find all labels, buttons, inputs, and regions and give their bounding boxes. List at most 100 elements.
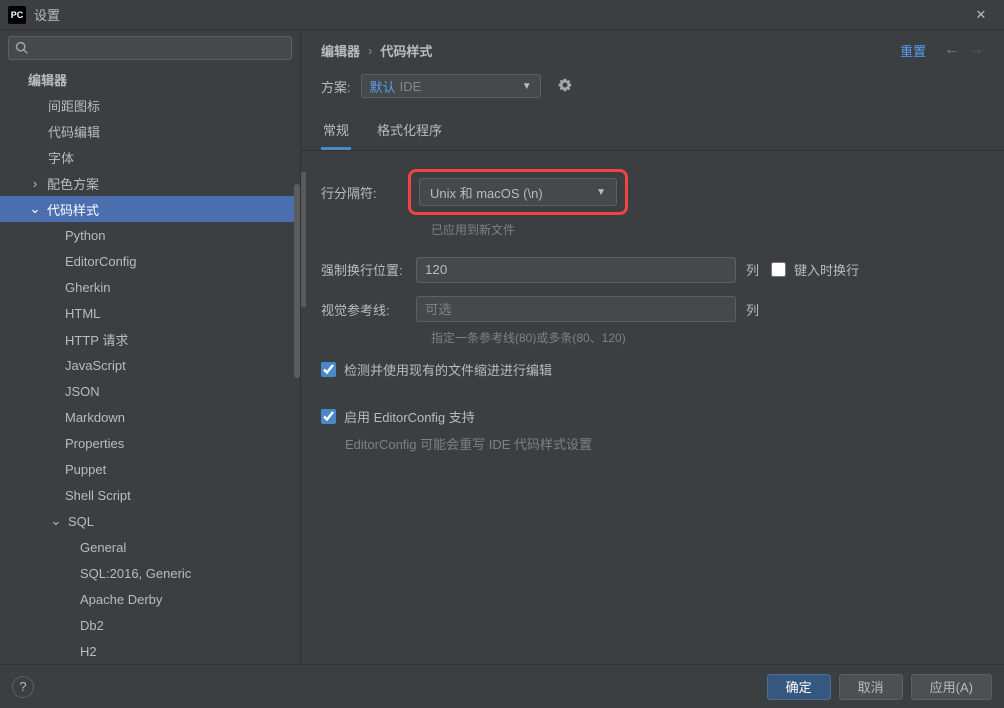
chevron-down-icon[interactable]: ⌄	[48, 513, 64, 529]
gear-icon[interactable]	[557, 77, 573, 96]
tree-item-label: HTML	[65, 306, 100, 321]
detect-indent-checkbox[interactable]	[321, 362, 336, 377]
scrollbar-thumb[interactable]	[294, 184, 300, 378]
tree-item[interactable]: Properties	[0, 430, 300, 456]
tree-item-selected[interactable]: ⌄代码样式	[0, 196, 300, 222]
tree-item-label: 代码编辑	[48, 122, 100, 141]
tree-item[interactable]: EditorConfig	[0, 248, 300, 274]
tree-item[interactable]: 间距图标	[0, 92, 300, 118]
visual-guides-hint: 指定一条参考线(80)或多条(80、120)	[431, 329, 984, 346]
tree-item[interactable]: General	[0, 534, 300, 560]
scrollbar-thumb[interactable]	[301, 172, 306, 307]
reset-link[interactable]: 重置	[900, 41, 926, 60]
tree-item[interactable]: 字体	[0, 144, 300, 170]
tree-item[interactable]: HTTP 请求	[0, 326, 300, 352]
main-panel: 编辑器 › 代码样式 重置 ← → 方案: 默认 IDE ▼ 常规格式化程序 行…	[301, 30, 1004, 664]
tree-item-label: Apache Derby	[80, 592, 162, 607]
back-arrow-icon[interactable]: ←	[944, 41, 960, 59]
tab-0[interactable]: 常规	[321, 112, 351, 150]
search-container	[0, 30, 300, 66]
forward-arrow-icon: →	[968, 41, 984, 59]
tree-item[interactable]: HTML	[0, 300, 300, 326]
enable-editorconfig-checkbox[interactable]	[321, 409, 336, 424]
hard-wrap-input[interactable]	[416, 257, 736, 283]
cancel-button[interactable]: 取消	[839, 674, 903, 700]
highlight-annotation: Unix 和 macOS (\n) ▼	[408, 169, 628, 215]
tree-item[interactable]: JSON	[0, 378, 300, 404]
tree-item[interactable]: ⌄ SQL	[0, 508, 300, 534]
tree-item-label: General	[80, 540, 126, 555]
tree-item[interactable]: Apache Derby	[0, 586, 300, 612]
apply-button[interactable]: 应用(A)	[911, 674, 992, 700]
tree-item-label: SQL	[68, 514, 94, 529]
chevron-down-icon: ▼	[522, 81, 532, 92]
sidebar: 编辑器间距图标代码编辑字体›配色方案⌄代码样式PythonEditorConfi…	[0, 30, 301, 664]
tree-item-label: Db2	[80, 618, 104, 633]
search-icon	[15, 41, 29, 55]
tab-1[interactable]: 格式化程序	[375, 112, 444, 150]
tree-item[interactable]: Markdown	[0, 404, 300, 430]
visual-guides-input[interactable]	[416, 296, 736, 322]
tree-item-label: Markdown	[65, 410, 125, 425]
help-icon[interactable]: ?	[12, 676, 34, 698]
titlebar: PC 设置 ✕	[0, 0, 1004, 30]
tree-item[interactable]: › 配色方案	[0, 170, 300, 196]
column-suffix: 列	[746, 260, 759, 279]
tree-item-label: 代码样式	[47, 200, 99, 219]
line-separator-dropdown[interactable]: Unix 和 macOS (\n) ▼	[419, 178, 617, 206]
tree-item-label: EditorConfig	[65, 254, 137, 269]
tree-section-header: 编辑器	[0, 66, 300, 92]
chevron-right-icon: ›	[368, 43, 372, 58]
tree-item[interactable]: Puppet	[0, 456, 300, 482]
editorconfig-hint: EditorConfig 可能会重写 IDE 代码样式设置	[345, 434, 984, 453]
tree-item-label: 字体	[48, 148, 74, 167]
close-icon[interactable]: ✕	[966, 7, 996, 23]
line-separator-value: Unix 和 macOS (\n)	[430, 183, 543, 202]
tree-item[interactable]: Gherkin	[0, 274, 300, 300]
scheme-ide-text: IDE	[400, 79, 422, 94]
app-logo: PC	[8, 6, 26, 24]
tree-item[interactable]: Shell Script	[0, 482, 300, 508]
chevron-down-icon[interactable]: ⌄	[27, 201, 43, 217]
detect-indent-label: 检测并使用现有的文件缩进进行编辑	[344, 360, 552, 379]
tree-item-label: Gherkin	[65, 280, 111, 295]
breadcrumb-codestyle: 代码样式	[380, 41, 432, 60]
tree-item-label: JSON	[65, 384, 100, 399]
tree-item-label: JavaScript	[65, 358, 126, 373]
tree-item[interactable]: JavaScript	[0, 352, 300, 378]
breadcrumb: 编辑器 › 代码样式 重置 ← →	[301, 30, 1004, 70]
tree-item-label: Python	[65, 228, 105, 243]
wrap-on-typing-label: 键入时换行	[794, 260, 859, 279]
tree-item[interactable]: Python	[0, 222, 300, 248]
tree-item-label: H2	[80, 644, 97, 659]
visual-guides-label: 视觉参考线:	[321, 300, 416, 319]
hard-wrap-label: 强制换行位置:	[321, 260, 416, 279]
scheme-default-text: 默认	[370, 77, 396, 96]
tree-item[interactable]: SQL:2016, Generic	[0, 560, 300, 586]
chevron-right-icon[interactable]: ›	[27, 176, 43, 191]
tree-item-label: Shell Script	[65, 488, 131, 503]
breadcrumb-editor: 编辑器	[321, 41, 360, 60]
search-input[interactable]	[8, 36, 292, 60]
column-suffix: 列	[746, 300, 759, 319]
line-separator-label: 行分隔符:	[321, 183, 416, 202]
window-title: 设置	[34, 5, 966, 24]
wrap-on-typing-checkbox[interactable]	[771, 262, 786, 277]
ok-button[interactable]: 确定	[767, 674, 831, 700]
tree-item-label: 配色方案	[47, 174, 99, 193]
footer: ? 确定 取消 应用(A)	[0, 664, 1004, 708]
tree-item-label: Puppet	[65, 462, 106, 477]
scheme-row: 方案: 默认 IDE ▼	[301, 70, 1004, 112]
tabs: 常规格式化程序	[301, 112, 1004, 151]
tree-item[interactable]: H2	[0, 638, 300, 664]
tree-item-label: 间距图标	[48, 96, 100, 115]
scheme-select[interactable]: 默认 IDE ▼	[361, 74, 541, 98]
form-general: 行分隔符: Unix 和 macOS (\n) ▼ 已应用到新文件 强制换行位置…	[301, 151, 1004, 471]
scheme-label: 方案:	[321, 77, 351, 96]
tree-item-label: SQL:2016, Generic	[80, 566, 191, 581]
tree-item-label: HTTP 请求	[65, 330, 128, 349]
tree-item-label: Properties	[65, 436, 124, 451]
tree-item[interactable]: 代码编辑	[0, 118, 300, 144]
tree-item[interactable]: Db2	[0, 612, 300, 638]
settings-tree: 编辑器间距图标代码编辑字体›配色方案⌄代码样式PythonEditorConfi…	[0, 66, 300, 664]
